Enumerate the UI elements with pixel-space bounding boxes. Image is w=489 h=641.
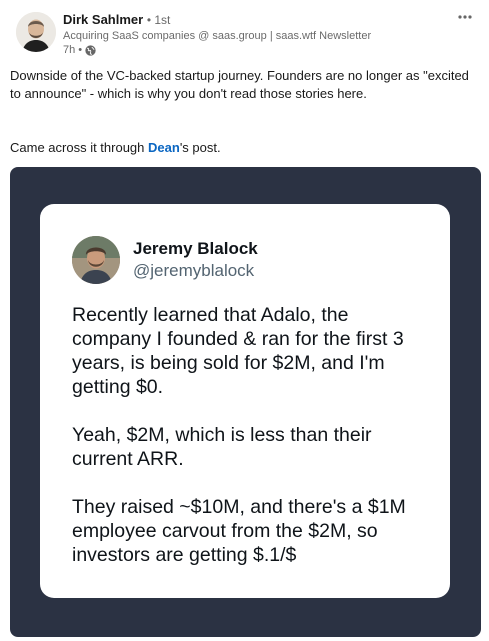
post-meta: 7h • [63,43,96,57]
author-avatar[interactable] [16,12,56,52]
connection-degree: • 1st [146,13,171,27]
tweet-avatar [72,236,120,284]
feed-post: Dirk Sahlmer • 1st Acquiring SaaS compan… [0,0,489,641]
author-name[interactable]: Dirk Sahlmer [63,12,143,27]
tweet-paragraph: They raised ~$10M, and there's a $1M emp… [72,496,406,566]
post-text: Downside of the VC-backed startup journe… [10,67,480,157]
post-text-fragment: 's post. [179,140,221,155]
post-paragraph: Downside of the VC-backed startup journe… [10,68,469,101]
post-text-fragment: Came across it through [10,140,149,155]
tweet-card: Jeremy Blalock @jeremyblalock Recently l… [40,204,450,598]
post-image[interactable]: Jeremy Blalock @jeremyblalock Recently l… [10,167,481,637]
tweet-author-name: Jeremy Blalock [133,239,258,258]
tweet-paragraph: Yeah, $2M, which is less than their curr… [72,424,372,470]
mention-link[interactable]: Dean [148,140,180,155]
post-header: Dirk Sahlmer • 1st Acquiring SaaS compan… [16,10,479,58]
post-time: 7h • [63,44,83,56]
post-paragraph: Came across it through Dean's post. [10,139,480,157]
author-name-row: Dirk Sahlmer • 1st [63,12,170,28]
more-options-button[interactable] [451,6,479,28]
globe-icon [85,44,96,56]
tweet-author-handle: @jeremyblalock [133,261,255,280]
tweet-paragraph: Recently learned that Adalo, the company… [72,304,404,398]
author-tagline: Acquiring SaaS companies @ saas.group | … [63,30,372,42]
more-horizontal-icon [458,15,472,19]
tweet-text: Recently learned that Adalo, the company… [72,303,432,591]
